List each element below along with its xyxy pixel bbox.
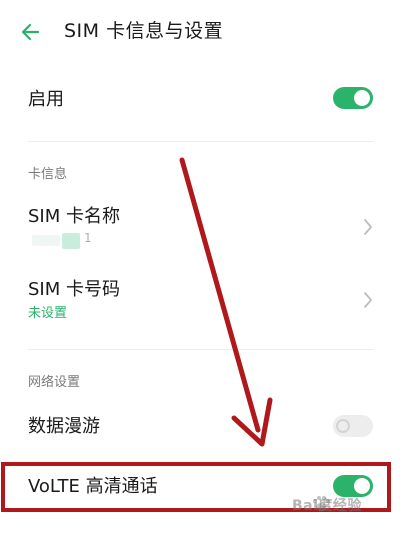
watermark-text: Bai度经验 (292, 498, 362, 514)
annotation-arrow (179, 157, 273, 447)
watermark: Bai度经验 (282, 493, 382, 523)
